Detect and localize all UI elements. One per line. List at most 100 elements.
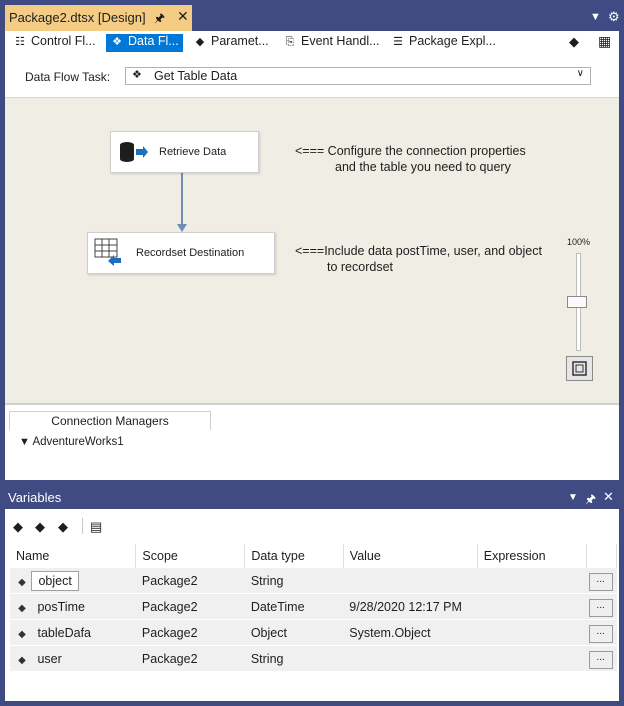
- control-flow-icon: ☷: [15, 36, 25, 48]
- variable-value[interactable]: [343, 568, 478, 594]
- connection-managers-panel: Connection Managers ▼ AdventureWorks1: [5, 403, 619, 480]
- data-flow-task-icon: ❖: [132, 69, 142, 81]
- toolbar-divider: [82, 518, 83, 534]
- variable-name-cell[interactable]: ◆ posTime: [10, 593, 136, 620]
- retrieve-data-node[interactable]: Retrieve Data: [110, 131, 259, 173]
- data-flow-canvas[interactable]: Retrieve Data Recordset Destination <===…: [5, 97, 619, 403]
- expression-ellipsis-button[interactable]: ...: [588, 624, 613, 643]
- tab-event-handlers[interactable]: ⎘ Event Handl...: [283, 34, 380, 52]
- close-icon[interactable]: ✕: [603, 489, 614, 505]
- table-row[interactable]: ◆ posTime Package2 DateTime 9/28/2020 12…: [10, 593, 617, 620]
- variable-scope[interactable]: Package2: [135, 593, 245, 620]
- variable-icon: ◆: [18, 654, 26, 666]
- gear-icon[interactable]: ⚙: [608, 9, 620, 25]
- variable-type[interactable]: String: [244, 645, 344, 672]
- variable-scope[interactable]: Package2: [135, 645, 245, 672]
- variable-name-cell[interactable]: ◆ tableDafa: [10, 619, 136, 646]
- variable-value[interactable]: System.Object: [343, 619, 478, 646]
- add-variable-icon[interactable]: ◆: [13, 519, 23, 535]
- variable-value[interactable]: 9/28/2020 12:17 PM: [343, 593, 478, 620]
- connection-item[interactable]: ▼ AdventureWorks1: [19, 436, 124, 448]
- ellipsis-cell: ...: [586, 619, 617, 646]
- variable-expression[interactable]: [477, 619, 587, 646]
- ellipsis-cell: ...: [586, 593, 617, 620]
- expression-ellipsis-button[interactable]: ...: [588, 572, 613, 591]
- column-header-value[interactable]: Value: [343, 544, 478, 568]
- expression-ellipsis-button[interactable]: ...: [588, 650, 613, 669]
- tab-data-flow[interactable]: ❖ Data Fl...: [106, 34, 183, 52]
- data-flow-task-label: Data Flow Task:: [25, 70, 111, 84]
- variable-icon: ◆: [18, 602, 26, 614]
- variable-expression[interactable]: [477, 645, 587, 672]
- dropdown-arrow-icon[interactable]: ▼: [568, 492, 578, 503]
- variable-icon: ◆: [18, 576, 26, 588]
- variables-title: Variables: [8, 490, 62, 505]
- variable-name[interactable]: object: [31, 570, 79, 591]
- recordset-destination-icon: [94, 238, 121, 266]
- tab-parameters[interactable]: ◆ Paramet...: [193, 34, 269, 52]
- annotation-include[interactable]: <===Include data postTime, user, and obj…: [295, 243, 542, 275]
- connection-managers-tab[interactable]: Connection Managers: [9, 411, 211, 430]
- pin-icon[interactable]: 🖈︎: [585, 490, 596, 511]
- zoom-to-fit-button[interactable]: [566, 356, 593, 381]
- variable-scope[interactable]: Package2: [135, 568, 245, 594]
- variable-scope[interactable]: Package2: [135, 619, 245, 646]
- event-handlers-icon: ⎘: [285, 36, 295, 48]
- variable-type[interactable]: DateTime: [244, 593, 344, 620]
- chevron-down-icon[interactable]: ∨: [577, 68, 584, 79]
- recordset-destination-node[interactable]: Recordset Destination: [87, 232, 275, 274]
- tab-label: Event Handl...: [301, 34, 380, 48]
- variable-name[interactable]: tableDafa: [31, 624, 97, 642]
- table-header-row: Name Scope Data type Value Expression: [10, 544, 617, 568]
- annotation-line: <=== Configure the connection properties: [295, 144, 526, 158]
- variable-expression[interactable]: [477, 593, 587, 620]
- column-header-name[interactable]: Name: [10, 544, 137, 568]
- tab-label: Data Fl...: [128, 34, 179, 48]
- connection-icon: ▼: [19, 436, 30, 448]
- data-flow-task-select[interactable]: ❖ Get Table Data ∨: [125, 67, 591, 85]
- table-row[interactable]: ◆ tableDafa Package2 Object System.Objec…: [10, 619, 617, 646]
- column-header-expression[interactable]: Expression: [477, 544, 588, 568]
- variable-type[interactable]: String: [244, 568, 344, 594]
- package-explorer-icon: ☰: [393, 36, 403, 48]
- tab-control-flow[interactable]: ☷ Control Fl...: [13, 34, 96, 52]
- column-header-scope[interactable]: Scope: [135, 544, 246, 568]
- table-row[interactable]: ◆ object Package2 String ...: [10, 568, 617, 594]
- retrieve-data-label: Retrieve Data: [159, 146, 227, 158]
- variable-name-cell[interactable]: ◆ object: [10, 568, 136, 594]
- table-row[interactable]: ◆ user Package2 String ...: [10, 645, 617, 672]
- package-icon[interactable]: ◆: [569, 34, 579, 50]
- document-tab[interactable]: Package2.dtsx [Design] 🖈︎ ✕: [5, 5, 192, 31]
- data-flow-icon: ❖: [112, 36, 122, 48]
- tab-package-explorer[interactable]: ☰ Package Expl...: [391, 34, 496, 52]
- grid-options-icon[interactable]: ▤: [90, 519, 102, 535]
- move-variable-icon[interactable]: ◆: [35, 519, 45, 535]
- ellipsis-cell: ...: [586, 645, 617, 672]
- variable-expression[interactable]: [477, 568, 587, 594]
- document-tab-title: Package2.dtsx [Design]: [9, 10, 146, 25]
- zoom-slider-thumb[interactable]: [567, 296, 587, 308]
- zoom-level: 100%: [567, 237, 591, 247]
- variables-grid-icon[interactable]: ▦: [598, 33, 611, 50]
- dropdown-arrow-icon[interactable]: ▼: [590, 11, 601, 23]
- variable-name-cell[interactable]: ◆ user: [10, 645, 136, 672]
- database-source-icon: [120, 142, 148, 162]
- close-icon[interactable]: ✕: [177, 8, 189, 25]
- variable-value[interactable]: [343, 645, 478, 672]
- variable-type[interactable]: Object: [244, 619, 344, 646]
- annotation-configure[interactable]: <=== Configure the connection properties…: [295, 143, 526, 175]
- pin-icon[interactable]: 🖈︎: [154, 9, 165, 30]
- variable-name[interactable]: user: [31, 650, 67, 668]
- column-header-data-type[interactable]: Data type: [244, 544, 344, 568]
- variables-panel: ◆ ◆ ◆ ▤ Name Scope Data type Value Expre…: [5, 509, 619, 701]
- designer-tabs: ☷ Control Fl... ❖ Data Fl... ◆ Paramet... ⎘…: [5, 31, 619, 55]
- expression-ellipsis-button[interactable]: ...: [588, 598, 613, 617]
- data-flow-task-row: Data Flow Task: ❖ Get Table Data ∨: [5, 55, 619, 97]
- variables-title-bar: Variables ▼ 🖈︎ ✕: [0, 485, 624, 509]
- delete-variable-icon[interactable]: ◆: [58, 519, 68, 535]
- ellipsis-cell: ...: [586, 568, 617, 594]
- connection-name: AdventureWorks1: [32, 436, 124, 448]
- annotation-line: and the table you need to query: [335, 160, 511, 174]
- variable-name[interactable]: posTime: [31, 598, 90, 616]
- annotation-line: to recordset: [327, 260, 394, 274]
